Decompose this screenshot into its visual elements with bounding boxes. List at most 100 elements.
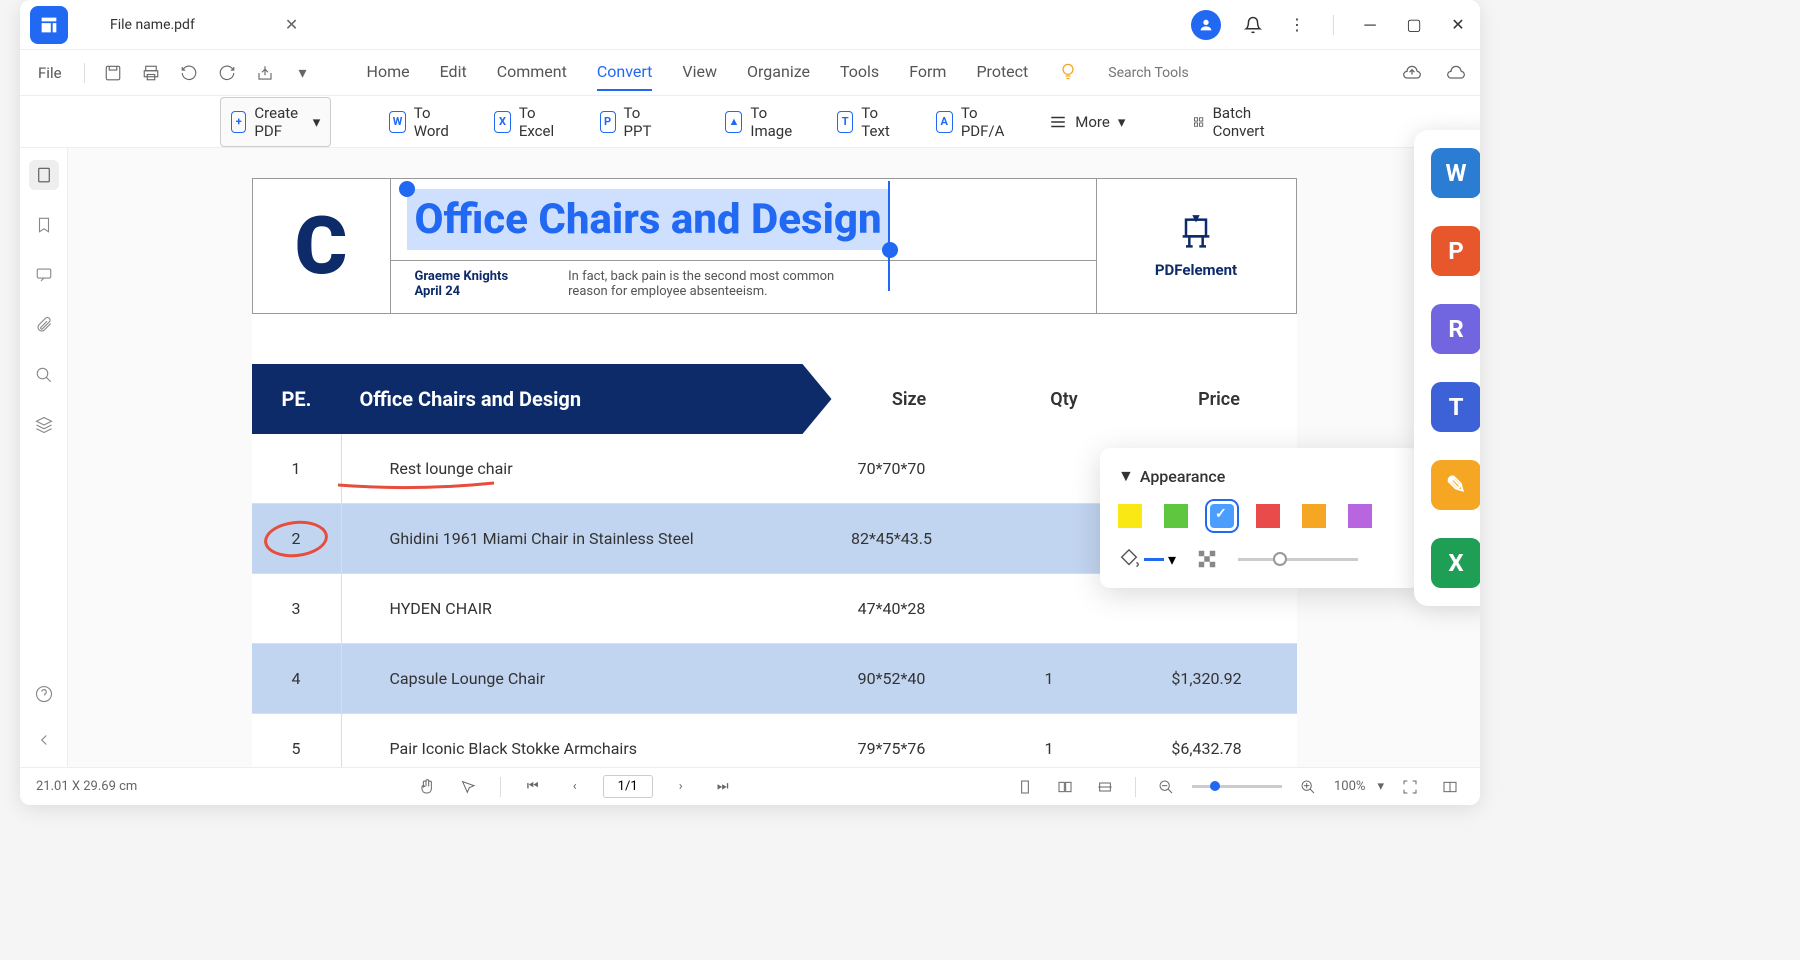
user-avatar-icon[interactable]: [1191, 10, 1221, 40]
help-icon[interactable]: [29, 679, 59, 709]
maximize-icon[interactable]: ▢: [1402, 13, 1426, 37]
bookmarks-icon[interactable]: [29, 210, 59, 240]
color-yellow[interactable]: [1118, 504, 1142, 528]
cloud-sync-icon[interactable]: [1442, 59, 1470, 87]
batch-convert-button[interactable]: Batch Convert: [1183, 98, 1281, 146]
search-icon[interactable]: [29, 360, 59, 390]
undo-icon[interactable]: [175, 59, 203, 87]
zoom-slider[interactable]: [1192, 785, 1282, 788]
zoom-out-icon[interactable]: [1152, 773, 1180, 801]
read-mode-icon[interactable]: [1436, 773, 1464, 801]
word-icon: W: [389, 111, 406, 133]
file-menu[interactable]: File: [30, 64, 70, 82]
dock-ppt[interactable]: P: [1431, 226, 1480, 276]
table-row: 4 Capsule Lounge Chair 90*52*40 1 $1,320…: [252, 644, 1297, 714]
dock-rtf[interactable]: R: [1431, 304, 1480, 354]
image-icon: ▲: [725, 111, 742, 133]
titlebar: File name.pdf ✕ ⋮ ─ ▢ ✕: [20, 0, 1480, 50]
dock-word[interactable]: W: [1431, 148, 1480, 198]
color-green[interactable]: [1164, 504, 1188, 528]
menu-form[interactable]: Form: [909, 54, 946, 91]
selected-text-box[interactable]: Office Chairs and Design: [407, 189, 890, 250]
th-pe: PE.: [282, 387, 312, 411]
menu-edit[interactable]: Edit: [440, 54, 467, 91]
minimize-icon[interactable]: ─: [1358, 13, 1382, 37]
tab-close-icon[interactable]: ✕: [285, 15, 298, 34]
layers-icon[interactable]: [29, 410, 59, 440]
attachments-icon[interactable]: [29, 310, 59, 340]
two-page-icon[interactable]: [1051, 773, 1079, 801]
document-viewport[interactable]: C Office Chairs and Design Graeme Knight…: [68, 148, 1480, 767]
tab-title: File name.pdf: [110, 17, 195, 33]
color-red[interactable]: [1256, 504, 1280, 528]
menu-comment[interactable]: Comment: [497, 54, 567, 91]
menu-tools[interactable]: Tools: [840, 54, 879, 91]
opacity-slider[interactable]: [1238, 558, 1358, 561]
cloud-upload-icon[interactable]: [1398, 59, 1426, 87]
close-window-icon[interactable]: ✕: [1446, 13, 1470, 37]
last-page-icon[interactable]: ⏭: [709, 773, 737, 801]
print-icon[interactable]: [137, 59, 165, 87]
to-text-button[interactable]: TTo Text: [827, 98, 906, 146]
menu-convert[interactable]: Convert: [597, 54, 653, 91]
dock-excel[interactable]: X: [1431, 538, 1480, 588]
selection-handle-icon[interactable]: [399, 181, 415, 197]
selection-handle-icon[interactable]: [882, 242, 898, 258]
fullscreen-icon[interactable]: [1396, 773, 1424, 801]
author-name: Graeme Knights: [415, 269, 509, 284]
to-excel-button[interactable]: XTo Excel: [484, 98, 569, 146]
color-blue[interactable]: [1210, 504, 1234, 528]
panel-title[interactable]: ▼ Appearance: [1118, 466, 1402, 486]
th-size: Size: [832, 389, 987, 410]
chevron-down-icon[interactable]: ▾: [1377, 779, 1384, 794]
save-icon[interactable]: [99, 59, 127, 87]
dropdown-icon[interactable]: ▾: [289, 59, 317, 87]
menu-protect[interactable]: Protect: [976, 54, 1028, 91]
page-input[interactable]: [603, 775, 653, 798]
fill-color-button[interactable]: ▾: [1118, 548, 1176, 570]
collapse-icon[interactable]: [29, 725, 59, 755]
to-word-button[interactable]: WTo Word: [379, 98, 464, 146]
dock-text[interactable]: T: [1431, 382, 1480, 432]
notification-bell-icon[interactable]: [1241, 13, 1265, 37]
chevron-down-icon: ▾: [313, 113, 321, 131]
menubar: File ▾ Home Edit Comment Convert View Or…: [20, 50, 1480, 96]
to-ppt-button[interactable]: PTo PPT: [590, 98, 668, 146]
document-date: April 24: [415, 284, 509, 299]
prev-page-icon[interactable]: ‹: [561, 773, 589, 801]
hand-tool-icon[interactable]: [412, 773, 440, 801]
to-pdfa-button[interactable]: ATo PDF/A: [926, 98, 1020, 146]
next-page-icon[interactable]: ›: [667, 773, 695, 801]
color-purple[interactable]: [1348, 504, 1372, 528]
color-orange[interactable]: [1302, 504, 1326, 528]
convert-toolbar: + Create PDF ▾ WTo Word XTo Excel PTo PP…: [20, 96, 1480, 148]
to-image-button[interactable]: ▲To Image: [715, 98, 807, 146]
statusbar: 21.01 X 29.69 cm ⏮ ‹ › ⏭ 100% ▾: [20, 767, 1480, 805]
zoom-thumb[interactable]: [1210, 781, 1220, 791]
single-page-icon[interactable]: [1011, 773, 1039, 801]
slider-thumb[interactable]: [1273, 552, 1287, 566]
first-page-icon[interactable]: ⏮: [519, 773, 547, 801]
select-tool-icon[interactable]: [454, 773, 482, 801]
dock-image[interactable]: ✎: [1431, 460, 1480, 510]
thumbnails-icon[interactable]: [29, 160, 59, 190]
menu-home[interactable]: Home: [367, 54, 410, 91]
redo-icon[interactable]: [213, 59, 241, 87]
ai-lightbulb-icon[interactable]: [1058, 61, 1078, 85]
comments-icon[interactable]: [29, 260, 59, 290]
search-input[interactable]: [1098, 59, 1296, 87]
menu-view[interactable]: View: [682, 54, 717, 91]
menu-organize[interactable]: Organize: [747, 54, 810, 91]
create-pdf-button[interactable]: + Create PDF ▾: [220, 97, 331, 147]
zoom-in-icon[interactable]: [1294, 773, 1322, 801]
more-lines-icon: [1049, 113, 1067, 131]
color-swatches: [1118, 504, 1402, 528]
share-icon[interactable]: [251, 59, 279, 87]
page-dimensions: 21.01 X 29.69 cm: [36, 779, 137, 794]
document-tab[interactable]: File name.pdf ✕: [98, 5, 310, 44]
fit-width-icon[interactable]: [1091, 773, 1119, 801]
more-button[interactable]: More▾: [1039, 107, 1135, 137]
table-row: 5 Pair Iconic Black Stokke Armchairs 79*…: [252, 714, 1297, 767]
more-menu-icon[interactable]: ⋮: [1285, 13, 1309, 37]
opacity-grid-icon[interactable]: [1196, 548, 1218, 570]
